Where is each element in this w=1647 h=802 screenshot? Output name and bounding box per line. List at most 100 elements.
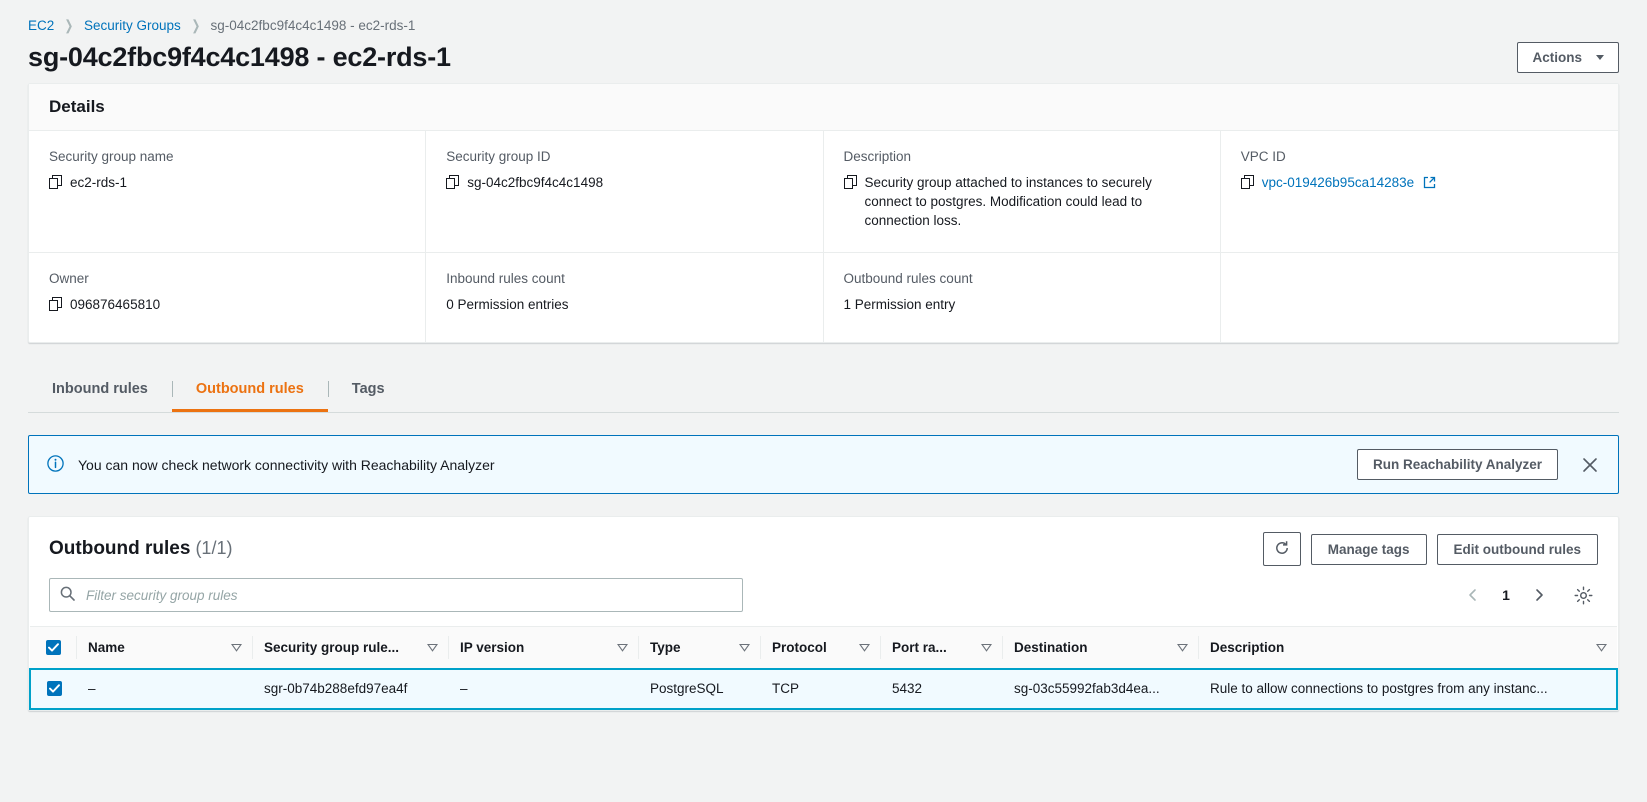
cell-description: Rule to allow connections to postgres fr…	[1198, 667, 1618, 710]
select-all-checkbox[interactable]	[46, 639, 61, 655]
detail-description: Description Security group attached to i…	[824, 131, 1221, 252]
detail-label: Security group name	[49, 149, 174, 164]
detail-value: vpc-019426b95ca14283e	[1240, 173, 1596, 194]
column-label: Type	[650, 639, 681, 655]
breadcrumb-item-security-groups[interactable]: Security Groups	[84, 18, 181, 33]
close-icon[interactable]	[1578, 453, 1602, 477]
vpc-id-link-wrap: vpc-019426b95ca14283e	[1262, 173, 1436, 194]
details-card: Details Security group name ec2-rds-1 Se…	[28, 83, 1619, 343]
edit-outbound-rules-button[interactable]: Edit outbound rules	[1436, 533, 1598, 565]
copy-icon[interactable]	[1240, 175, 1254, 194]
column-header-type[interactable]: Type	[638, 626, 760, 669]
cell-type: PostgreSQL	[638, 667, 760, 710]
column-label: Name	[88, 639, 125, 655]
row-select-cell	[29, 667, 76, 710]
detail-text: ec2-rds-1	[70, 175, 128, 190]
gear-icon[interactable]	[1568, 580, 1598, 610]
table-count: (1/1)	[195, 538, 233, 558]
tab-label: Outbound rules	[195, 381, 304, 397]
refresh-icon	[1274, 540, 1290, 559]
detail-value: 0 Permission entries	[446, 295, 800, 314]
tab-outbound-rules[interactable]: Outbound rules	[171, 369, 328, 412]
breadcrumb-item-ec2[interactable]: EC2	[28, 18, 54, 33]
table-filter-row: 1	[29, 576, 1618, 626]
cell-port-range: 5432	[880, 667, 1002, 710]
pagination: 1	[1458, 580, 1598, 610]
detail-outbound-rules-count: Outbound rules count 1 Permission entry	[823, 252, 1221, 342]
manage-tags-button[interactable]: Manage tags	[1310, 533, 1427, 565]
table-head-row: Name Security group rule... IP version T…	[30, 626, 1617, 669]
cell-rule-id: sgr-0b74b288efd97ea4f	[252, 667, 448, 710]
select-all-header	[30, 626, 76, 669]
copy-icon[interactable]	[843, 175, 857, 194]
copy-icon[interactable]	[446, 175, 460, 194]
flashbar-message: You can now check network connectivity w…	[78, 456, 495, 473]
info-icon	[47, 454, 64, 475]
run-reachability-analyzer-button[interactable]: Run Reachability Analyzer	[1356, 449, 1558, 480]
details-card-header: Details	[29, 84, 1618, 131]
sort-icon	[980, 640, 993, 655]
detail-text: 0 Permission entries	[446, 297, 569, 312]
refresh-button[interactable]	[1262, 532, 1301, 566]
detail-security-group-id: Security group ID sg-04c2fbc9f4c4c1498	[426, 131, 824, 252]
row-checkbox[interactable]	[47, 681, 62, 696]
sort-icon	[738, 640, 751, 655]
outbound-rules-table: Name Security group rule... IP version T…	[29, 626, 1618, 710]
outbound-rules-table-card: Outbound rules (1/1) Manage tags Edit out…	[28, 516, 1619, 711]
column-header-description[interactable]: Description	[1198, 626, 1617, 669]
vpc-id-link[interactable]: vpc-019426b95ca14283e	[1262, 175, 1414, 190]
breadcrumb-separator-icon: ❯	[191, 16, 201, 33]
search-box[interactable]	[49, 578, 743, 612]
tab-tags[interactable]: Tags	[327, 369, 409, 412]
chevron-right-icon[interactable]	[1524, 580, 1554, 610]
detail-value: sg-04c2fbc9f4c4c1498	[446, 173, 800, 194]
breadcrumb: EC2 ❯ Security Groups ❯ sg-04c2fbc9f4c4c…	[0, 0, 1647, 36]
copy-icon[interactable]	[49, 175, 62, 194]
search-icon	[60, 586, 75, 604]
detail-value: ec2-rds-1	[49, 173, 403, 194]
cell-destination: sg-03c55992fab3d4ea...	[1002, 667, 1198, 710]
column-header-ip-version[interactable]: IP version	[448, 626, 638, 669]
details-grid-row-2: Owner 096876465810 Inbound rules count 0…	[29, 252, 1618, 342]
column-header-destination[interactable]: Destination	[1002, 626, 1198, 669]
detail-label: Security group ID	[446, 149, 551, 164]
page-root: EC2 ❯ Security Groups ❯ sg-04c2fbc9f4c4c…	[0, 0, 1647, 802]
sort-icon	[858, 640, 871, 655]
actions-button[interactable]: Actions	[1517, 42, 1619, 73]
breadcrumb-separator-icon: ❯	[64, 16, 74, 33]
cell-name: –	[76, 667, 252, 710]
table-title-wrap: Outbound rules (1/1)	[49, 538, 232, 560]
search-input[interactable]	[84, 586, 732, 604]
column-header-protocol[interactable]: Protocol	[760, 626, 880, 669]
pagination-page-1[interactable]: 1	[1494, 587, 1518, 603]
table-body: – sgr-0b74b288efd97ea4f – PostgreSQL TCP…	[29, 667, 1618, 710]
table-row[interactable]: – sgr-0b74b288efd97ea4f – PostgreSQL TCP…	[29, 667, 1618, 710]
column-header-port-range[interactable]: Port ra...	[880, 626, 1002, 669]
detail-label: Description	[843, 149, 912, 164]
table-header: Outbound rules (1/1) Manage tags Edit out…	[29, 517, 1618, 576]
detail-label: Outbound rules count	[843, 271, 973, 286]
details-heading: Details	[49, 97, 105, 116]
column-label: Protocol	[772, 639, 827, 655]
details-grid-row-1: Security group name ec2-rds-1 Security g…	[29, 131, 1618, 252]
tab-label: Tags	[351, 381, 385, 397]
column-header-security-group-rule-id[interactable]: Security group rule...	[252, 626, 448, 669]
detail-inbound-rules-count: Inbound rules count 0 Permission entries	[426, 252, 824, 342]
tab-inbound-rules[interactable]: Inbound rules	[28, 369, 172, 412]
detail-empty-cell	[1220, 252, 1618, 342]
info-flashbar: You can now check network connectivity w…	[28, 435, 1619, 494]
column-label: Description	[1210, 639, 1285, 655]
breadcrumb-item-current: sg-04c2fbc9f4c4c1498 - ec2-rds-1	[210, 17, 416, 33]
detail-text: Security group attached to instances to …	[864, 175, 1152, 228]
actions-button-label: Actions	[1532, 50, 1582, 65]
tab-bar: Inbound rules Outbound rules Tags	[28, 369, 1619, 413]
column-header-name[interactable]: Name	[76, 626, 252, 669]
column-label: IP version	[460, 639, 525, 655]
external-link-icon[interactable]	[1423, 176, 1436, 192]
detail-owner: Owner 096876465810	[29, 252, 427, 342]
copy-icon[interactable]	[49, 297, 62, 316]
detail-text: 096876465810	[70, 297, 161, 312]
chevron-left-icon[interactable]	[1458, 580, 1488, 610]
column-label: Port ra...	[892, 639, 947, 655]
detail-label: VPC ID	[1240, 149, 1286, 164]
